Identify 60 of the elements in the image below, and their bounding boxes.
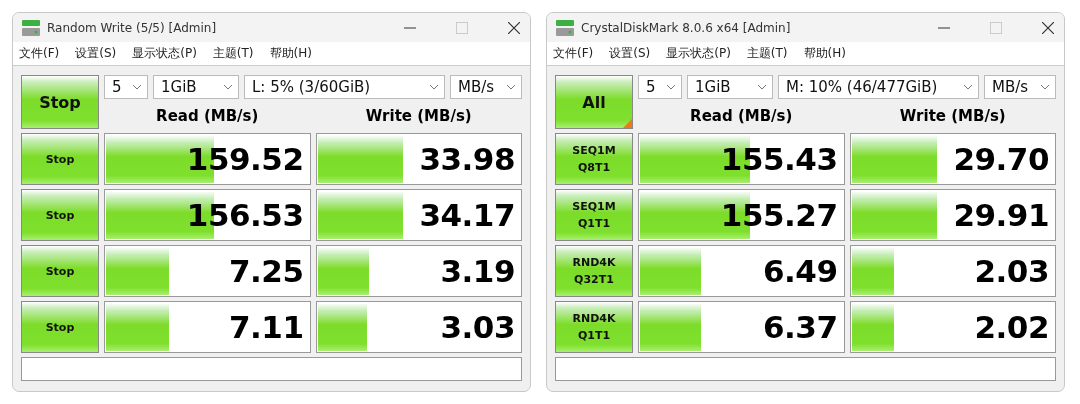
test-button[interactable]: SEQ1M Q8T1 (555, 133, 633, 185)
test-button[interactable]: RND4K Q32T1 (555, 245, 633, 297)
menu-item[interactable]: 设置(S) (609, 45, 651, 62)
result-value: 33.98 (419, 141, 515, 177)
menu-item[interactable]: 设置(S) (75, 45, 117, 62)
result-value: 29.91 (953, 197, 1049, 233)
window-title: Random Write (5/5) [Admin] (47, 20, 217, 35)
result-value: 6.37 (763, 309, 838, 345)
menu-item[interactable]: 显示状态(P) (132, 45, 197, 62)
result-value: 29.70 (953, 141, 1049, 177)
size-dropdown[interactable]: 1GiB (687, 75, 773, 99)
chevron-icon (132, 84, 142, 90)
chevron-icon (1040, 84, 1050, 90)
menu-item[interactable]: 主题(T) (212, 45, 254, 62)
test-button[interactable]: Stop (21, 133, 99, 185)
run-button[interactable]: All (555, 75, 633, 129)
menu-item[interactable]: 帮助(H) (269, 45, 312, 62)
result-value: 34.17 (419, 197, 515, 233)
result-value: 7.11 (229, 309, 304, 345)
result-value: 3.19 (440, 253, 515, 289)
column-header: Write (MB/s) (365, 107, 472, 125)
menu-item[interactable]: 主题(T) (746, 45, 788, 62)
menu-item[interactable]: 帮助(H) (803, 45, 846, 62)
chevron-icon (963, 84, 973, 90)
result-value: 3.03 (440, 309, 515, 345)
drive-dropdown[interactable]: M: 10% (46/477GiB) (778, 75, 979, 99)
count-dropdown[interactable]: 5 (638, 75, 682, 99)
menu-item[interactable]: 文件(F) (19, 45, 60, 62)
column-header: Write (MB/s) (899, 107, 1006, 125)
unit-dropdown[interactable]: MB/s (450, 75, 522, 99)
size-dropdown[interactable]: 1GiB (153, 75, 239, 99)
unit-dropdown[interactable]: MB/s (984, 75, 1056, 99)
maximize-icon[interactable] (990, 21, 1002, 34)
disk-icon (21, 18, 41, 37)
maximize-icon[interactable] (456, 21, 468, 34)
test-button[interactable]: Stop (21, 189, 99, 241)
count-dropdown[interactable]: 5 (104, 75, 148, 99)
result-value: 2.03 (974, 253, 1049, 289)
window-title: CrystalDiskMark 8.0.6 x64 [Admin] (581, 20, 791, 35)
disk-icon (555, 18, 575, 37)
test-button[interactable]: SEQ1M Q1T1 (555, 189, 633, 241)
chevron-icon (666, 84, 676, 90)
chevron-icon (223, 84, 233, 90)
test-button[interactable]: Stop (21, 301, 99, 353)
column-header: Read (MB/s) (156, 107, 259, 125)
chevron-icon (757, 84, 767, 90)
column-header: Read (MB/s) (690, 107, 793, 125)
run-button[interactable]: Stop (21, 75, 99, 129)
test-button[interactable]: RND4K Q1T1 (555, 301, 633, 353)
menu-item[interactable]: 文件(F) (553, 45, 594, 62)
result-value: 6.49 (763, 253, 838, 289)
test-button[interactable]: Stop (21, 245, 99, 297)
drive-dropdown[interactable]: L: 5% (3/60GiB) (244, 75, 445, 99)
result-value: 2.02 (974, 309, 1049, 345)
close-icon[interactable] (1042, 21, 1054, 34)
menu-item[interactable]: 显示状态(P) (666, 45, 731, 62)
close-icon[interactable] (508, 21, 520, 34)
result-value: 7.25 (229, 253, 304, 289)
chevron-icon (429, 84, 439, 90)
chevron-icon (506, 84, 516, 90)
